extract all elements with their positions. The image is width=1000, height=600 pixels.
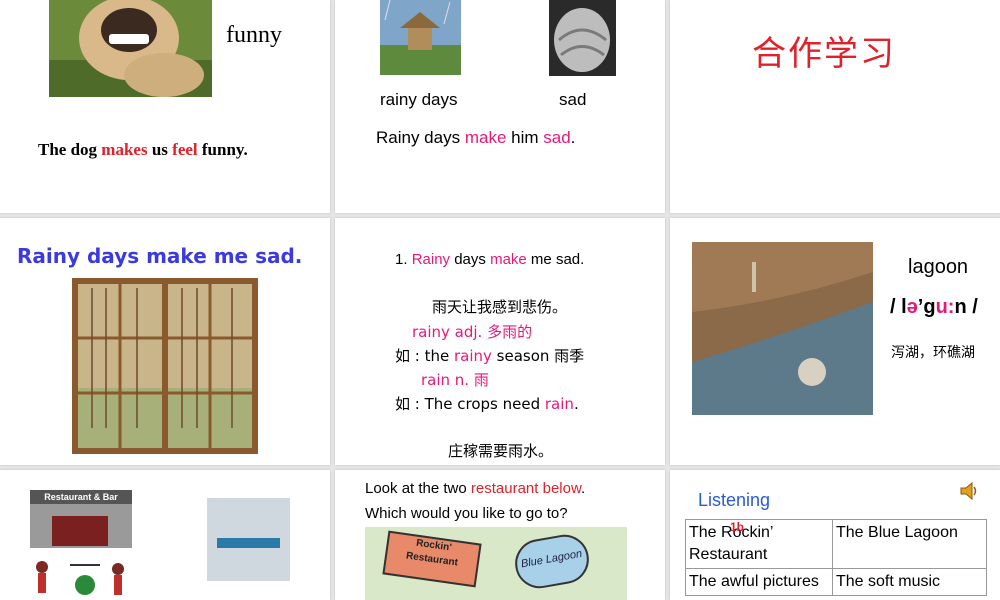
text: 如 : the: [395, 347, 454, 365]
label-sad: sad: [559, 90, 587, 109]
table-cell: The awful pictures: [685, 568, 833, 596]
restaurant-bar-photo: Restaurant & Bar: [30, 490, 132, 548]
text: / l: [890, 296, 907, 318]
slide-1[interactable]: funny The dog makes us feel funny.: [0, 0, 330, 213]
venice-lagoon-photo: [692, 242, 873, 415]
rockin-restaurant-sign: Rockin' Restaurant: [382, 530, 482, 588]
word-funny: funny: [226, 22, 282, 48]
text: 如 : The crops need: [395, 395, 545, 413]
slide-2[interactable]: rainy days sad Rainy days make him sad.: [335, 0, 665, 213]
sentence-rainy-days: Rainy days make him sad.: [376, 128, 575, 148]
meaning-lagoon: 泻湖，环礁湖: [891, 345, 975, 361]
text: season 雨季: [491, 347, 585, 365]
slide-4[interactable]: Rainy days make me sad.: [0, 218, 330, 465]
title-cooperative-learning: 合作学习: [752, 34, 896, 74]
example-rainy-season: 如 : the rainy season 雨季: [395, 345, 584, 366]
translation-crops: 庄稼需要雨水。: [448, 442, 554, 460]
text: Look at the two: [365, 480, 471, 497]
slide-3[interactable]: 合作学习: [670, 0, 1000, 213]
label-rainy-days: rainy days: [380, 90, 458, 109]
slide-6[interactable]: lagoon / lə’gu:n / 泻湖，环礁湖: [670, 218, 1000, 465]
restaurants-illustration: Rockin' Restaurant Blue Lagoon: [365, 527, 627, 600]
instruction-line-1: Look at the two restaurant below.: [365, 480, 585, 497]
speaker-icon[interactable]: [958, 480, 980, 502]
dining-room-photo: [207, 498, 290, 581]
table-row: The awful pictures The soft music: [685, 568, 987, 596]
sentence-text: him: [506, 128, 544, 147]
translation-line-1: 雨天让我感到悲伤。: [432, 298, 568, 316]
phonetic-vowel: ə: [906, 296, 918, 318]
definition-rain: rain n. 雨: [421, 371, 489, 389]
text: .: [573, 395, 579, 413]
title-rainy-days: Rainy days make me sad.: [17, 244, 303, 268]
word-lagoon: lagoon: [908, 256, 969, 278]
table-cell: The Blue Lagoon: [832, 519, 987, 569]
sentence-text: Rainy days: [376, 128, 465, 147]
sentence-keyword-sad: sad: [543, 128, 571, 147]
text: .: [580, 480, 586, 497]
sentence-keyword-makes: makes: [101, 140, 148, 159]
listening-title: Listening: [698, 490, 771, 510]
dining-table: [217, 538, 280, 548]
phonetic-vowel: u:: [935, 296, 955, 318]
phonetic-lagoon: / lə’gu:n /: [890, 296, 978, 319]
keyword-rain: rain: [544, 395, 574, 413]
window-photo: [72, 278, 258, 454]
pug-dog-photo: [49, 0, 212, 97]
example-line-1: 1. Rainy days make me sad.: [395, 251, 584, 268]
text: days: [450, 251, 491, 268]
definition-rainy: rainy adj. 多雨的: [412, 323, 533, 341]
rainy-hut-photo: [380, 0, 461, 75]
restaurant-entrance: [52, 516, 108, 546]
restaurant-sign: Restaurant & Bar: [30, 490, 132, 504]
badge-1b: 1b: [730, 520, 745, 534]
slide-9[interactable]: Listening The Rockin’ Restaurant The Blu…: [670, 470, 1000, 600]
sentence-keyword-feel: feel: [172, 140, 198, 159]
text: me sad.: [526, 251, 585, 268]
sad-hands-photo: [549, 0, 616, 76]
keyword-rainy: rainy: [453, 347, 492, 365]
instruction-line-2: Which would you like to go to?: [365, 505, 568, 522]
slide-8[interactable]: Look at the two restaurant below. Which …: [335, 470, 665, 600]
band-illustration: [36, 561, 124, 595]
keyword-rainy: Rainy: [411, 251, 451, 268]
table-cell: The soft music: [832, 568, 987, 596]
sentence-text: The dog: [38, 140, 102, 159]
sentence-text: .: [570, 128, 576, 147]
sentence-keyword-make: make: [464, 128, 507, 147]
blue-lagoon-sign: Blue Lagoon: [511, 530, 593, 593]
keyword-restaurant: restaurant below: [470, 480, 581, 497]
text: 1.: [395, 251, 412, 268]
sentence-dog: The dog makes us feel funny.: [38, 140, 248, 160]
text: ’g: [917, 296, 936, 318]
slide-5[interactable]: 1. Rainy days make me sad. 雨天让我感到悲伤。 rai…: [335, 218, 665, 465]
keyword-make: make: [490, 251, 527, 268]
sentence-text: funny.: [197, 140, 248, 159]
slide-7[interactable]: Restaurant & Bar: [0, 470, 330, 600]
text: n /: [954, 296, 978, 318]
sentence-text: us: [147, 140, 173, 159]
table-cell: The Rockin’ Restaurant: [685, 519, 833, 569]
example-crops: 如 : The crops need rain.: [395, 393, 579, 414]
